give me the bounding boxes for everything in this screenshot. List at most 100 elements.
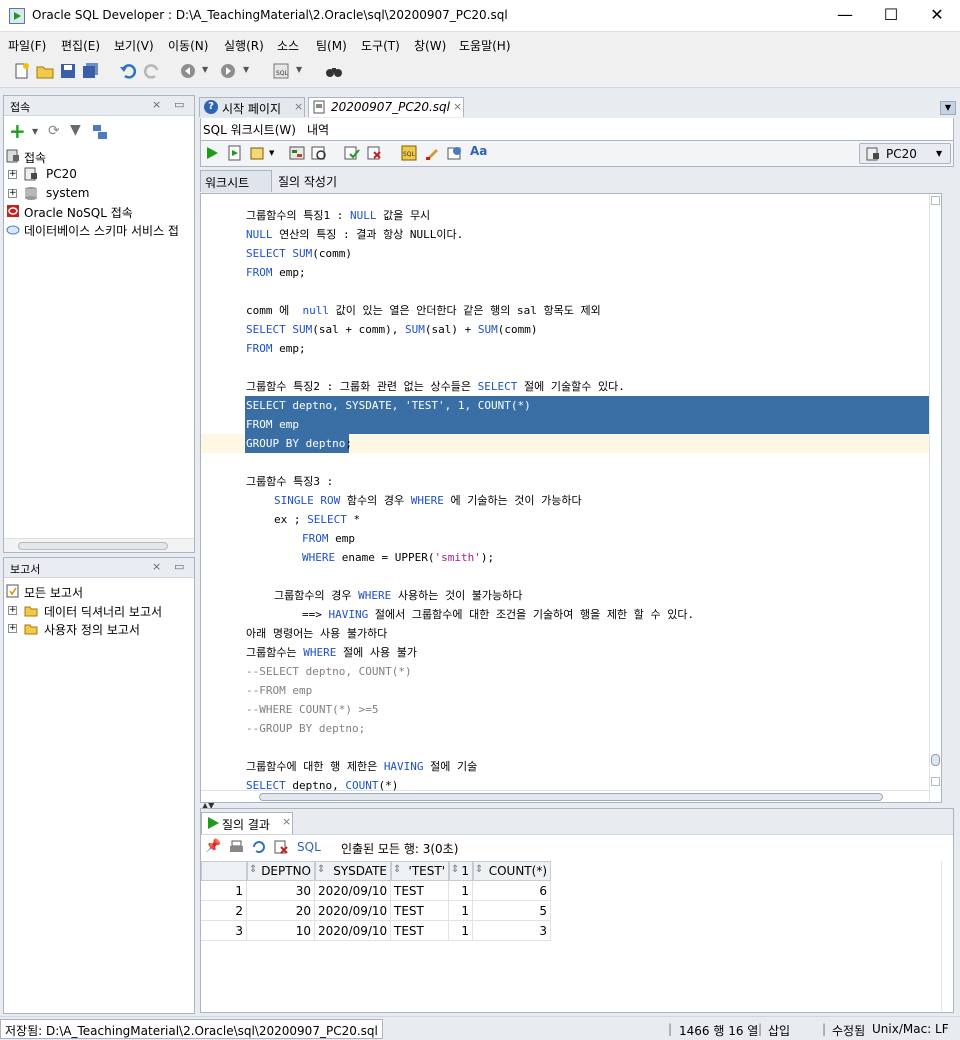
sql-worksheet-icon[interactable]: SQL [272,62,290,80]
row-number[interactable]: 2 [201,901,247,921]
menu-file[interactable]: 파일(F) [8,37,46,54]
rollback-icon[interactable] [367,145,383,161]
menu-help[interactable]: 도움말(H) [459,37,511,54]
close-panel-icon[interactable]: × [152,98,161,111]
editor-vertical-scrollbar[interactable] [929,194,941,802]
refresh-icon[interactable] [251,840,266,855]
back-dropdown-icon[interactable]: ▼ [202,65,208,74]
row-number[interactable]: 3 [201,921,247,941]
menu-navigate[interactable]: 이동(N) [168,37,208,54]
menu-tools[interactable]: 도구(T) [361,37,400,54]
scroll-up-button[interactable] [931,196,940,205]
table-cell[interactable]: TEST [391,921,449,941]
menu-source[interactable]: 소스 [277,37,299,54]
close-tab-icon[interactable]: × [453,100,462,113]
expand-icon[interactable]: + [8,189,17,198]
expand-icon[interactable]: + [8,624,17,633]
scroll-thumb[interactable] [931,754,940,766]
grid-vertical-scrollbar[interactable] [941,861,953,1011]
minimize-panel-icon[interactable]: ▭ [174,560,184,573]
table-cell[interactable]: 2020/09/10 [315,921,391,941]
minimize-panel-icon[interactable]: ▭ [174,98,184,111]
column-header[interactable]: COUNT(*) [473,861,551,881]
table-cell[interactable]: 2020/09/10 [315,901,391,921]
table-cell[interactable]: 10 [247,921,315,941]
close-tab-icon[interactable]: × [294,100,303,113]
filter-icon[interactable]: ▼ [70,122,81,138]
table-cell[interactable]: 6 [473,881,551,901]
undo-icon[interactable] [119,62,137,80]
tab-query-result[interactable]: 질의 결과 × [201,812,293,834]
table-cell[interactable]: 1 [449,921,473,941]
history-icon[interactable] [447,145,463,161]
expand-icon[interactable]: + [8,606,17,615]
forward-icon[interactable] [219,62,237,80]
menu-team[interactable]: 팀(M) [316,37,347,54]
close-panel-icon[interactable]: × [152,560,161,573]
save-all-icon[interactable] [82,62,100,80]
maximize-button[interactable]: ☐ [868,0,914,32]
refresh-icon[interactable]: ⟳ [48,123,60,139]
tab-list-icon[interactable]: ▼ [940,101,956,115]
tab-worksheet[interactable]: 워크시트 [200,170,272,192]
connection-select[interactable]: PC20 ▼ [859,143,951,164]
row-number[interactable]: 1 [201,881,247,901]
minimize-button[interactable]: — [822,0,868,32]
cancel-query-icon[interactable] [274,840,289,855]
new-file-icon[interactable] [13,62,31,80]
menu-window[interactable]: 창(W) [414,37,446,54]
add-dropdown-icon[interactable]: ▼ [32,127,38,136]
close-button[interactable]: ✕ [914,0,960,32]
tab-history[interactable]: 내역 [307,121,329,138]
sort-icon[interactable]: ⇕ [451,864,459,875]
schema-browser-icon[interactable] [92,124,108,140]
menu-run[interactable]: 실행(R) [224,37,264,54]
clear-icon[interactable] [424,145,440,161]
close-tab-icon[interactable]: × [282,815,291,828]
tab-sql-worksheet[interactable]: SQL 워크시트(W) [203,121,296,138]
forward-dropdown-icon[interactable]: ▼ [243,65,249,74]
sql-tuning-icon[interactable] [311,145,327,161]
sort-icon[interactable]: ⇕ [475,864,483,875]
sql-link[interactable]: SQL [297,840,321,854]
sql-editor[interactable]: 그룹함수의 특징1 : NULL 값을 무시 NULL 연산의 특징 : 결과 항… [200,193,942,803]
chevron-down-icon[interactable]: ▼ [936,149,942,158]
tab-start-page[interactable]: ? 시작 페이지 × [199,97,305,117]
table-cell[interactable]: 2020/09/10 [315,881,391,901]
case-toggle-icon[interactable]: Aa [470,144,487,158]
expand-icon[interactable]: + [8,170,17,179]
table-cell[interactable]: 30 [247,881,315,901]
menu-view[interactable]: 보기(V) [114,37,154,54]
table-cell[interactable]: TEST [391,901,449,921]
table-cell[interactable]: 3 [473,921,551,941]
table-cell[interactable]: 1 [449,901,473,921]
explain-plan-icon[interactable] [289,145,305,161]
table-cell[interactable]: 20 [247,901,315,921]
menu-edit[interactable]: 편집(E) [61,37,100,54]
tab-query-builder[interactable]: 질의 작성기 [278,170,368,192]
run-script-icon[interactable] [227,145,243,161]
binoculars-icon[interactable] [325,62,343,80]
open-folder-icon[interactable] [36,62,54,80]
table-cell[interactable]: TEST [391,881,449,901]
commit-icon[interactable] [344,145,360,161]
table-cell[interactable]: 1 [449,881,473,901]
pin-icon[interactable]: 📌 [205,839,221,854]
add-connection-icon[interactable]: + [9,119,26,143]
back-icon[interactable] [179,62,197,80]
redo-icon[interactable] [143,62,161,80]
sort-icon[interactable]: ⇕ [249,864,257,875]
print-icon[interactable] [229,840,244,855]
sql-dropdown-icon[interactable]: ▼ [296,65,302,74]
run-statement-icon[interactable] [204,145,220,161]
sql-format-icon[interactable]: SQL [401,145,417,161]
scroll-thumb[interactable] [18,542,168,550]
sort-icon[interactable]: ⇕ [317,864,325,875]
sort-icon[interactable]: ⇕ [393,864,401,875]
tab-sql-file[interactable]: 20200907_PC20.sql × [308,97,464,117]
table-cell[interactable]: 5 [473,901,551,921]
horizontal-scrollbar[interactable] [4,538,194,552]
column-header[interactable]: SYSDATE [315,861,391,881]
scroll-down-button[interactable] [931,777,940,786]
autotrace-icon[interactable] [250,145,266,161]
